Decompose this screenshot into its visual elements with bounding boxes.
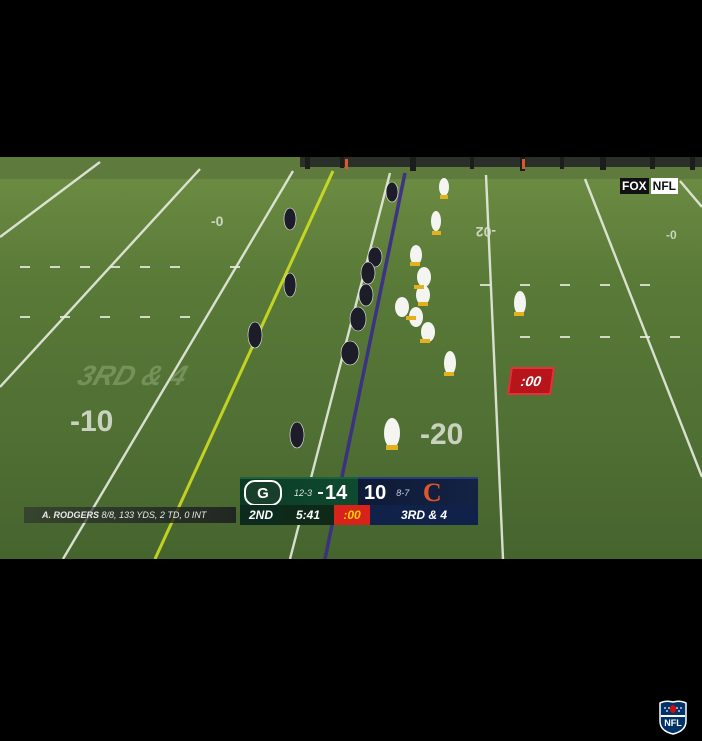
away-score: 14: [325, 481, 348, 504]
nfl-shield-text: NFL: [664, 718, 682, 728]
field-play-clock: :00: [507, 367, 555, 395]
player-stats: 8/8, 133 YDS, 2 TD, 0 INT: [101, 510, 207, 520]
play-clock: :00: [334, 505, 370, 525]
player-stat-line: A. RODGERS 8/8, 133 YDS, 2 TD, 0 INT: [24, 507, 236, 523]
network-bug: FOX NFL: [620, 178, 682, 194]
home-team: 10 8-7 C: [358, 477, 478, 507]
bears-logo-icon: C: [422, 478, 442, 507]
score-row: G 12-3 14 10 8-7 C: [240, 477, 478, 507]
scorebug: G 12-3 14 10 8-7 C 2ND 5:41 :00 3RD & 4: [240, 477, 478, 525]
game-clock: 5:41: [282, 505, 334, 525]
away-record: 12-3: [294, 488, 313, 498]
player-name: A. RODGERS: [42, 510, 100, 520]
home-record: 8-7: [396, 488, 410, 498]
packers-offense: [384, 178, 526, 450]
status-row: 2ND 5:41 :00 3RD & 4: [240, 505, 478, 525]
fox-logo: FOX: [620, 178, 649, 194]
nfl-shield-icon: NFL: [659, 700, 687, 735]
yard-number-right-mid: -20: [420, 418, 463, 451]
home-score: 10: [364, 481, 387, 504]
quarter: 2ND: [240, 505, 282, 525]
nfl-logo-text: NFL: [650, 178, 678, 194]
yard-number-mid-top: -02: [476, 224, 496, 240]
down-and-distance: 3RD & 4: [370, 505, 478, 525]
possession-indicator-icon: [318, 492, 324, 494]
yard-number-right-top: -0: [666, 228, 677, 242]
packers-logo-icon: G: [244, 480, 282, 506]
away-team: G 12-3 14: [240, 477, 358, 507]
yard-number-left-mid: -10: [70, 405, 113, 438]
field-down-graphic: 3RD & 4: [74, 361, 191, 392]
yard-number-left-top: -0: [211, 213, 224, 229]
